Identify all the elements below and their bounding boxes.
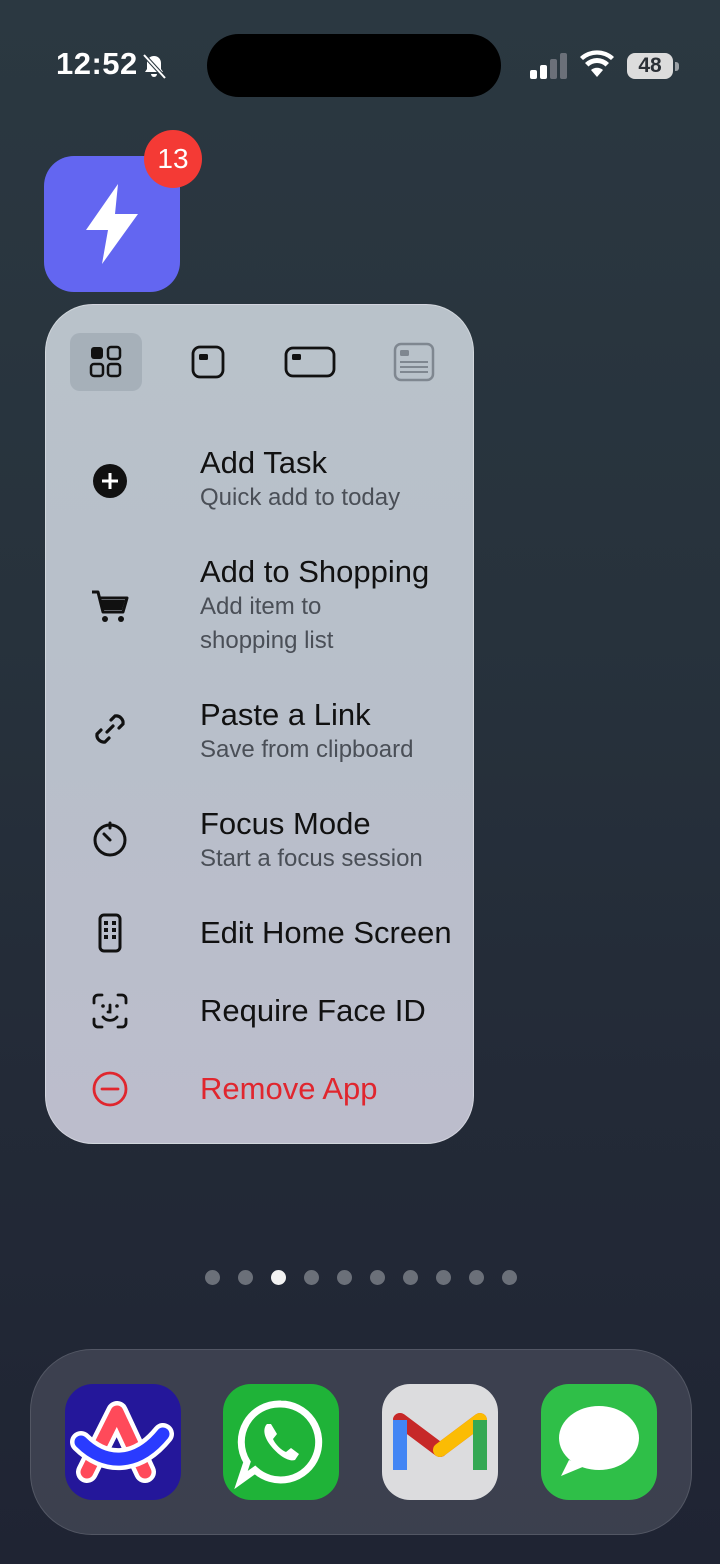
phone-apps-icon — [98, 913, 122, 953]
menu-item-add-task[interactable]: Add Task Quick add to today — [90, 445, 450, 515]
page-dot — [469, 1270, 484, 1285]
menu-item-title: Add to Shopping — [200, 554, 430, 589]
small-widget-icon — [191, 345, 225, 379]
gmail-app-icon[interactable] — [382, 1384, 498, 1500]
arc-app-icon[interactable] — [65, 1384, 181, 1500]
large-widget-size-button[interactable] — [386, 333, 442, 391]
dynamic-island — [207, 34, 501, 97]
menu-item-subtitle: Start a focus session — [200, 845, 423, 872]
menu-item-title: Focus Mode — [200, 806, 371, 841]
page-dot — [205, 1270, 220, 1285]
whatsapp-app-icon[interactable] — [223, 1384, 339, 1500]
dock — [30, 1349, 692, 1535]
page-dot — [436, 1270, 451, 1285]
widget-size-picker — [70, 333, 450, 393]
menu-item-title: Require Face ID — [200, 993, 426, 1028]
menu-item-title: Edit Home Screen — [200, 915, 452, 950]
page-dot — [370, 1270, 385, 1285]
cellular-signal-icon — [530, 53, 567, 79]
wifi-icon — [580, 50, 614, 77]
link-icon — [95, 714, 125, 744]
menu-item-title: Add Task — [200, 445, 327, 480]
plus-circle-icon — [93, 464, 127, 498]
large-widget-icon — [393, 342, 435, 382]
bell-slash-icon — [142, 53, 167, 80]
minus-circle-icon — [92, 1071, 128, 1107]
page-dot — [304, 1270, 319, 1285]
menu-item-subtitle: Save from clipboard — [200, 736, 414, 763]
medium-widget-size-button[interactable] — [282, 333, 338, 391]
page-dot — [238, 1270, 253, 1285]
menu-item-paste-link[interactable]: Paste a Link Save from clipboard — [90, 697, 450, 767]
messages-app-icon[interactable] — [541, 1384, 657, 1500]
page-dot — [337, 1270, 352, 1285]
battery-level: 48 — [627, 53, 673, 79]
app-grid-icon — [89, 345, 122, 378]
lightning-bolt-icon — [86, 184, 138, 264]
menu-item-title: Paste a Link — [200, 697, 371, 732]
cart-icon — [92, 590, 129, 622]
page-dot — [403, 1270, 418, 1285]
battery-icon: 48 — [627, 53, 681, 79]
menu-item-edit-home-screen[interactable]: Edit Home Screen — [90, 913, 452, 955]
face-id-icon — [92, 993, 128, 1029]
menu-item-title: Remove App — [200, 1071, 378, 1106]
menu-item-subtitle-line1: Add item to — [200, 593, 322, 620]
menu-item-remove-app[interactable]: Remove App — [90, 1071, 450, 1111]
status-time: 12:52 — [56, 46, 138, 81]
timer-icon — [93, 821, 127, 857]
menu-item-subtitle-line2: shopping list — [200, 627, 334, 654]
menu-item-require-face-id[interactable]: Require Face ID — [90, 993, 450, 1033]
menu-item-subtitle: Quick add to today — [200, 484, 401, 511]
notification-badge: 13 — [144, 130, 202, 188]
small-grid-size-button[interactable] — [70, 333, 142, 391]
menu-item-focus-mode[interactable]: Focus Mode Start a focus session — [90, 806, 450, 876]
page-dot-active — [271, 1270, 286, 1285]
context-menu: Add Task Quick add to today Add to Shopp… — [45, 304, 474, 1144]
medium-widget-icon — [284, 346, 336, 378]
small-widget-size-button[interactable] — [180, 333, 236, 391]
menu-item-add-to-shopping[interactable]: Add to Shopping Add item to shopping lis… — [90, 554, 450, 658]
page-dot — [502, 1270, 517, 1285]
